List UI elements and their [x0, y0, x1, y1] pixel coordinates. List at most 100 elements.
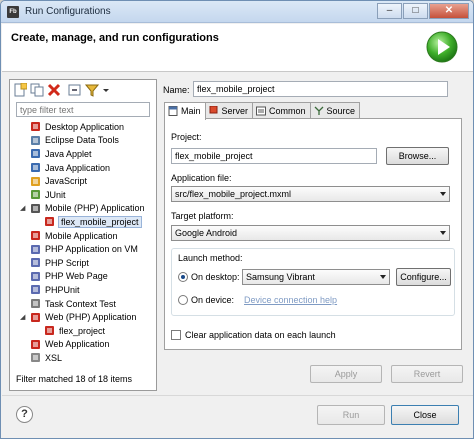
application-file-select[interactable]: src/flex_mobile_project.mxml — [171, 186, 450, 202]
tree-item-label: Web Application — [45, 339, 110, 350]
tree-item-label: JavaScript — [45, 176, 88, 187]
tree-item-label: PHP Script — [45, 257, 89, 268]
filter-icon[interactable] — [84, 83, 100, 97]
main-tab-panel: Project: flex_mobile_project Browse... A… — [164, 118, 462, 350]
tree-item-label: Java Application — [45, 162, 111, 173]
tree-item-label: XSL — [45, 352, 63, 363]
run-green-icon — [426, 31, 458, 63]
new-config-icon[interactable] — [13, 82, 28, 97]
configuration-tree-panel: Desktop Application Eclipse Data Tools Jav… — [9, 79, 157, 391]
tab-server[interactable]: Server — [204, 102, 254, 119]
name-label: Name: — [163, 85, 190, 95]
php-vm-icon — [30, 244, 41, 255]
xsl-icon — [30, 352, 41, 363]
server-tab-icon — [209, 105, 219, 116]
php-script-icon — [30, 257, 41, 268]
title-bar: Fb Run Configurations – □ ✕ — [1, 1, 473, 23]
flash-builder-icon: Fb — [7, 6, 19, 18]
application-file-value: src/flex_mobile_project.mxml — [175, 189, 292, 199]
minimize-button[interactable]: – — [377, 3, 402, 19]
java-app-icon — [30, 162, 41, 173]
tab-main-label: Main — [181, 106, 201, 116]
flex-project-icon — [44, 325, 55, 336]
tab-source-label: Source — [326, 106, 356, 116]
maximize-button[interactable]: □ — [403, 3, 428, 19]
on-device-radio[interactable] — [178, 295, 188, 305]
tree-item[interactable]: Java Application — [16, 161, 156, 175]
main-tab-icon — [168, 106, 178, 116]
target-platform-value: Google Android — [175, 228, 238, 238]
tree-item[interactable]: JUnit — [16, 188, 156, 202]
flex-project-icon — [44, 216, 55, 227]
tree-item[interactable]: Web Application — [16, 338, 156, 352]
task-context-icon — [30, 298, 41, 309]
name-input[interactable]: flex_mobile_project — [193, 81, 448, 97]
java-applet-icon — [30, 148, 41, 159]
close-button[interactable]: Close — [391, 405, 459, 425]
desktop-device-select[interactable]: Samsung Vibrant — [242, 269, 390, 285]
tree-item[interactable]: Mobile Application — [16, 229, 156, 243]
tree-item[interactable]: ◢ Mobile (PHP) Application — [16, 202, 156, 216]
web-app-icon — [30, 339, 41, 350]
dropdown-arrow-icon[interactable] — [102, 83, 110, 97]
target-platform-select[interactable]: Google Android — [171, 225, 450, 241]
tree-item[interactable]: flex_mobile_project — [16, 215, 156, 229]
tree-item[interactable]: PHP Web Page — [16, 270, 156, 284]
tree-toolbar — [13, 82, 113, 98]
tree-item[interactable]: flex_project — [16, 324, 156, 338]
tree-item[interactable]: Eclipse Data Tools — [16, 134, 156, 148]
footer-divider — [2, 395, 473, 396]
source-tab-icon — [314, 106, 324, 116]
phpunit-icon — [30, 284, 41, 295]
device-connection-help-link[interactable]: Device connection help — [244, 295, 337, 305]
revert-button[interactable]: Revert — [391, 365, 463, 383]
close-window-button[interactable]: ✕ — [429, 3, 469, 19]
tree-item[interactable]: ◢ Web (PHP) Application — [16, 310, 156, 324]
web-php-icon — [30, 312, 41, 323]
tree-item[interactable]: Java Applet — [16, 147, 156, 161]
tree-item[interactable]: PHPUnit — [16, 283, 156, 297]
run-button[interactable]: Run — [317, 405, 385, 425]
tree-item[interactable]: JavaScript — [16, 174, 156, 188]
tab-main[interactable]: Main — [164, 102, 206, 120]
project-input[interactable]: flex_mobile_project — [171, 148, 377, 164]
tree-item[interactable]: PHP Script — [16, 256, 156, 270]
collapse-all-icon[interactable] — [68, 83, 82, 97]
tree-item[interactable]: Task Context Test — [16, 297, 156, 311]
browse-button[interactable]: Browse... — [386, 147, 449, 165]
tree-item-label: Task Context Test — [45, 298, 116, 309]
tab-server-label: Server — [221, 106, 249, 116]
tab-common[interactable]: Common — [252, 102, 311, 119]
tree-item[interactable]: XSL — [16, 351, 156, 365]
filter-input[interactable] — [16, 102, 150, 117]
tree-item-label: Java Applet — [45, 148, 92, 159]
help-icon[interactable]: ? — [16, 406, 33, 423]
mobile-php-icon — [30, 203, 41, 214]
expand-toggle-icon[interactable]: ◢ — [20, 204, 30, 212]
desktop-device-value: Samsung Vibrant — [246, 272, 315, 282]
tree-item[interactable]: Desktop Application — [16, 120, 156, 134]
tree-item-label: Desktop Application — [45, 121, 125, 132]
window-controls: – □ ✕ — [376, 3, 469, 19]
tree-item-label: PHP Application on VM — [45, 244, 138, 255]
window-title: Run Configurations — [25, 6, 111, 17]
on-desktop-radio[interactable] — [178, 272, 188, 282]
tree-item[interactable]: PHP Application on VM — [16, 242, 156, 256]
on-desktop-label: On desktop: — [191, 272, 240, 282]
data-tools-icon — [30, 135, 41, 146]
apply-button[interactable]: Apply — [310, 365, 382, 383]
chevron-down-icon — [440, 231, 446, 235]
configure-button[interactable]: Configure... — [396, 268, 451, 286]
duplicate-icon[interactable] — [30, 83, 44, 97]
run-configurations-dialog: Fb Run Configurations – □ ✕ Create, mana… — [0, 0, 474, 439]
project-label: Project: — [171, 132, 202, 142]
junit-icon — [30, 189, 41, 200]
common-tab-icon — [256, 106, 267, 116]
tree-item-label: flex_project — [59, 325, 106, 336]
expand-toggle-icon[interactable]: ◢ — [20, 313, 30, 321]
tab-source[interactable]: Source — [309, 102, 361, 119]
delete-icon[interactable] — [47, 83, 61, 97]
clear-data-checkbox[interactable] — [171, 330, 181, 340]
config-tabs: Main Server Common Source — [164, 102, 361, 120]
tree-item-label: PHP Web Page — [45, 271, 108, 282]
